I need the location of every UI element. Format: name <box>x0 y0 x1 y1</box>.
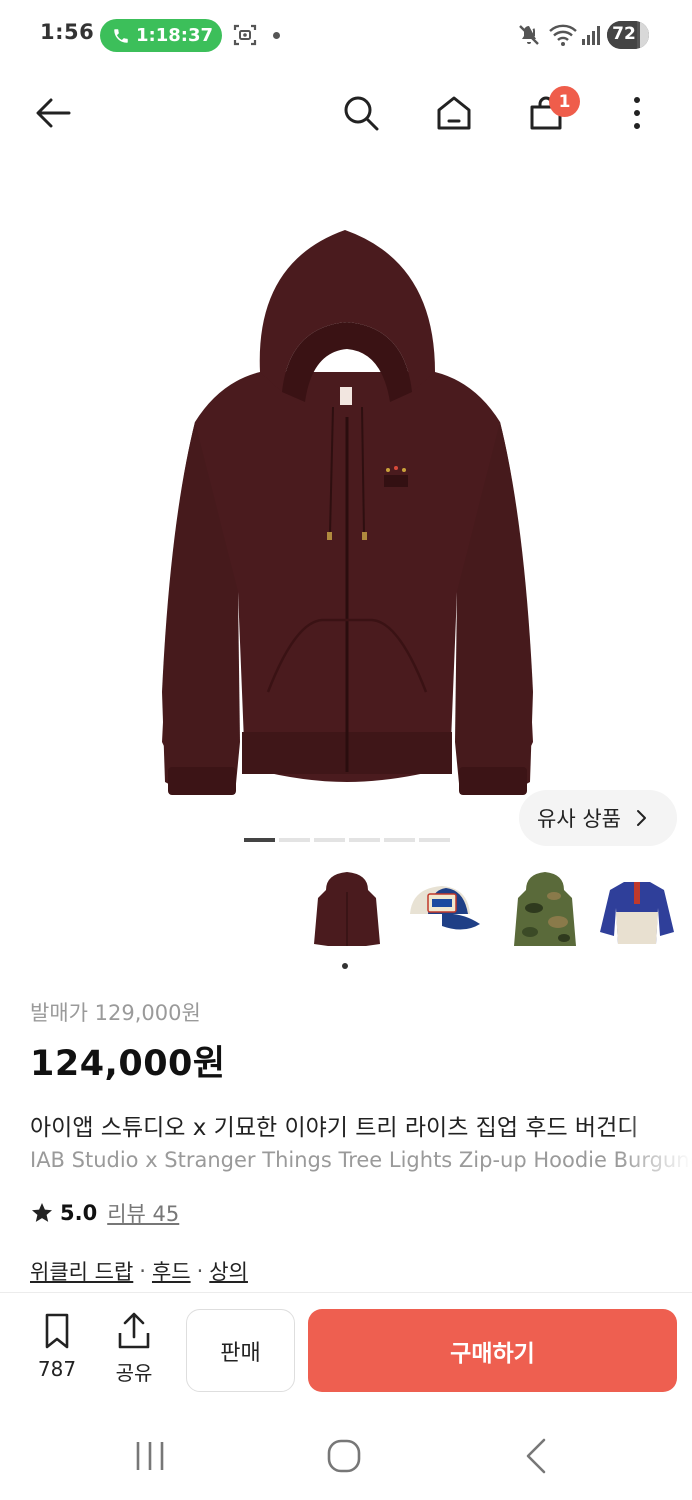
category-link-weekly-drop[interactable]: 위클리 드랍 <box>30 1256 133 1286</box>
hoodie-image <box>162 230 533 795</box>
share-button[interactable]: 공유 <box>104 1311 164 1386</box>
sell-button[interactable]: 판매 <box>186 1309 295 1392</box>
star-icon <box>32 1203 52 1222</box>
cart-count-badge: 1 <box>549 86 580 117</box>
similar-products-label: 유사 상품 <box>537 807 621 831</box>
category-link-tops[interactable]: 상의 <box>209 1256 248 1286</box>
chevron-right-icon <box>636 810 646 826</box>
share-icon <box>118 1312 150 1349</box>
signal-icon <box>582 26 600 45</box>
bottom-action-bar: 787 공유 판매 구매하기 <box>0 1292 692 1408</box>
thumbnail-hoodie[interactable] <box>304 868 390 954</box>
status-bar: 1:56 1:18:37 72 <box>0 0 692 70</box>
recent-apps-icon <box>136 1442 164 1470</box>
bookmark-count: 787 <box>37 1357 77 1381</box>
call-timer: 1:18:37 <box>136 25 214 46</box>
thumbnail-fleece-pullover[interactable] <box>594 868 680 954</box>
more-vertical-icon <box>634 97 640 129</box>
battery-indicator: 72 <box>607 21 649 49</box>
home-nav-button[interactable] <box>322 1434 366 1478</box>
hoodie-thumbnail-icon <box>314 872 380 946</box>
thumbnail-camo-hoodie[interactable] <box>502 868 588 954</box>
back-button[interactable] <box>30 90 76 136</box>
category-breadcrumb: 위클리 드랍 · 후드 · 상의 <box>30 1256 248 1286</box>
search-icon <box>344 96 379 131</box>
product-name-english: IAB Studio x Stranger Things Tree Lights… <box>30 1148 692 1172</box>
pager-dash <box>384 838 415 842</box>
arrow-left-icon <box>36 98 71 128</box>
related-thumbnails <box>300 868 692 969</box>
rating-value: 5.0 <box>60 1201 98 1225</box>
screen-record-icon <box>233 24 257 46</box>
cap-thumbnail-icon <box>410 886 480 930</box>
home-button[interactable] <box>431 90 477 136</box>
category-separator: · <box>196 1259 204 1283</box>
phone-icon <box>114 28 128 43</box>
product-name-korean: 아이앱 스튜디오 x 기묘한 이야기 트리 라이츠 집업 후드 버건디 <box>30 1115 639 1141</box>
carousel-pager <box>244 838 450 842</box>
current-price: 124,000원 <box>30 1044 226 1084</box>
system-back-button[interactable] <box>516 1434 560 1478</box>
bookmark-icon <box>45 1313 69 1349</box>
original-price: 발매가 129,000원 <box>30 1001 201 1025</box>
bookmark-button[interactable]: 787 <box>27 1311 87 1381</box>
share-label: 공유 <box>115 1361 153 1385</box>
system-navigation-bar <box>0 1412 692 1500</box>
pager-dash <box>279 838 310 842</box>
camo-hoodie-thumbnail-icon <box>514 872 576 946</box>
pager-dash <box>244 838 275 842</box>
notification-dot-icon <box>273 32 280 39</box>
battery-cap <box>640 21 649 49</box>
mute-icon <box>519 25 539 45</box>
thumbnail-trucker-cap[interactable] <box>402 868 488 954</box>
pager-dash <box>314 838 345 842</box>
chevron-left-icon <box>526 1438 546 1474</box>
review-count-link[interactable]: 리뷰 45 <box>107 1198 179 1228</box>
fleece-thumbnail-icon <box>600 882 674 944</box>
similar-products-button[interactable]: 유사 상품 <box>519 790 677 846</box>
thumbnail-active-dot <box>342 963 348 969</box>
pager-dash <box>419 838 450 842</box>
category-link-hoodie[interactable]: 후드 <box>152 1256 191 1286</box>
status-time: 1:56 <box>40 20 95 44</box>
buy-button[interactable]: 구매하기 <box>308 1309 677 1392</box>
more-options-button[interactable] <box>614 90 660 136</box>
battery-level: 72 <box>612 24 636 44</box>
home-icon <box>437 96 471 130</box>
recent-apps-button[interactable] <box>128 1434 172 1478</box>
rating-row: 5.0 리뷰 45 <box>30 1198 179 1228</box>
product-image-carousel[interactable] <box>0 150 692 880</box>
home-circle-icon <box>327 1439 361 1473</box>
search-button[interactable] <box>338 90 384 136</box>
call-indicator[interactable]: 1:18:37 <box>100 19 222 52</box>
category-separator: · <box>139 1259 146 1283</box>
top-nav: 1 <box>0 76 692 150</box>
wifi-icon <box>549 24 577 46</box>
pager-dash <box>349 838 380 842</box>
